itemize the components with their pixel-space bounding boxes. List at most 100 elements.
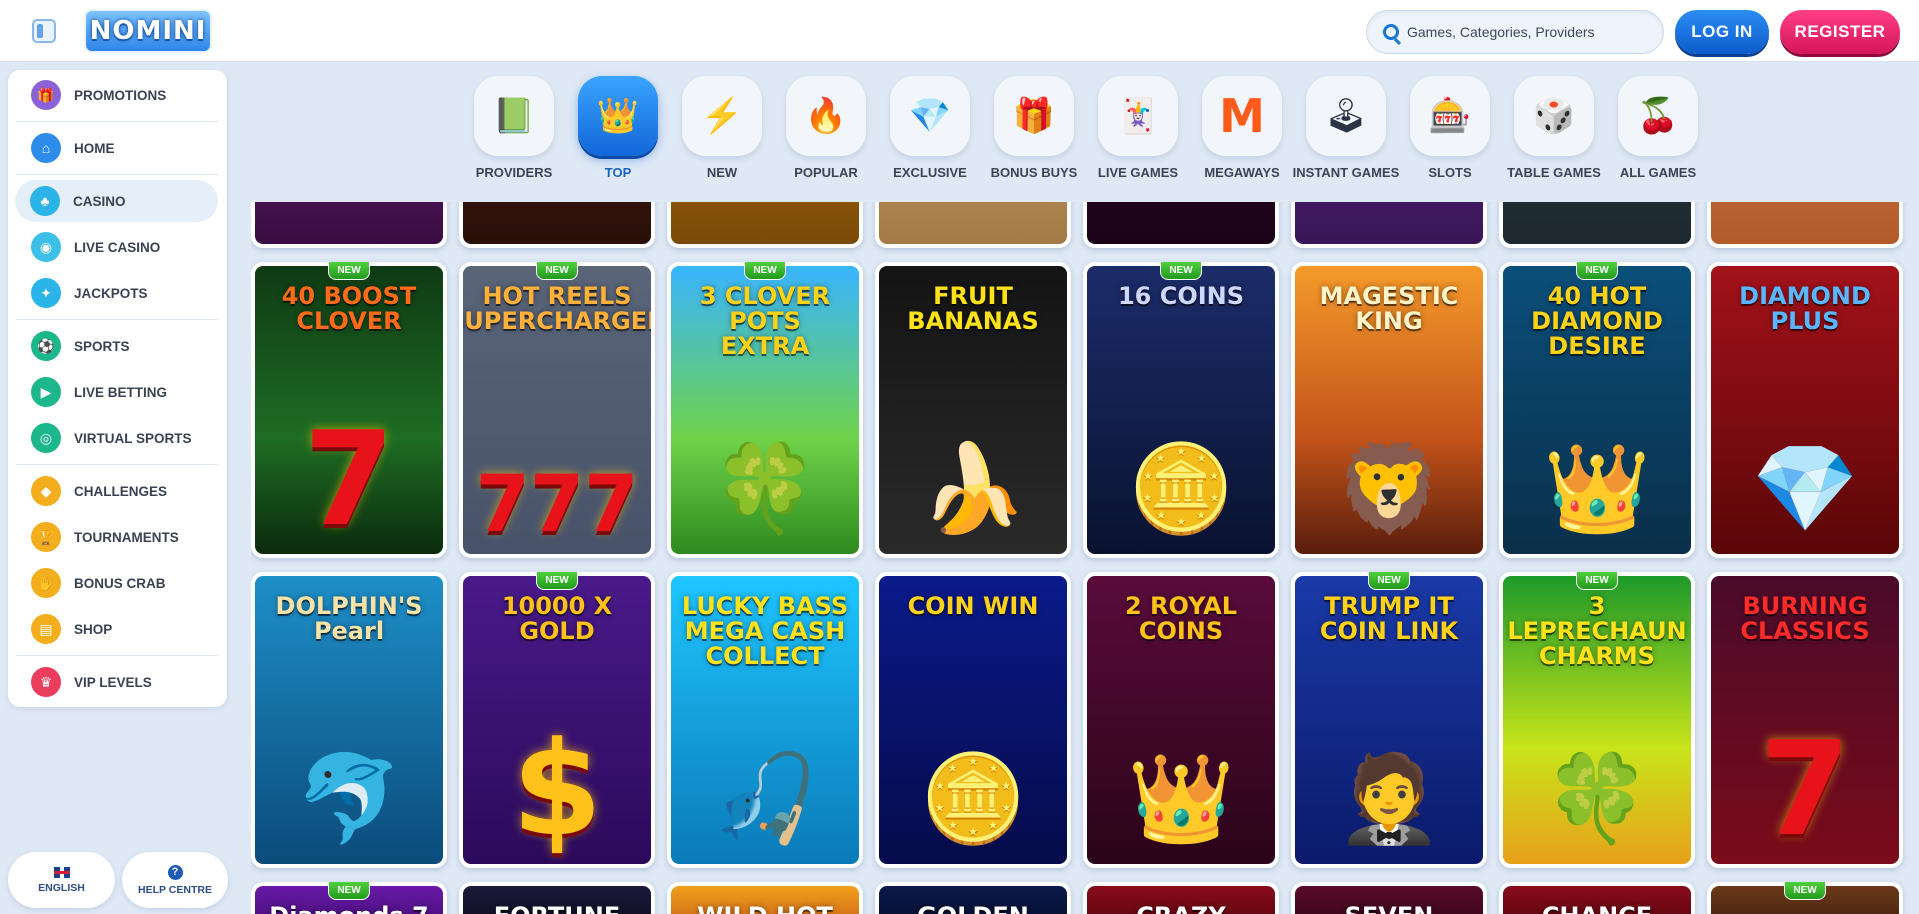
game-tile[interactable]: COIN WIN 🪙: [875, 572, 1071, 868]
game-tile[interactable]: [667, 202, 863, 248]
category-slots[interactable]: 🎰 SLOTS: [1398, 76, 1502, 186]
sidebar-item-vip-levels[interactable]: ♛ VIP LEVELS: [16, 661, 219, 703]
game-tile[interactable]: 3 CLOVER POTS EXTRA 🍀: [667, 262, 863, 558]
game-tile[interactable]: 16 COINS 🪙: [1083, 262, 1279, 558]
game-title: FORTUNE FIVE: [463, 903, 651, 914]
language-button[interactable]: ENGLISH: [8, 852, 115, 908]
game-tile[interactable]: 2 ROYAL COINS 👑: [1083, 572, 1279, 868]
game-art-icon: 👑: [1127, 751, 1235, 847]
sidebar-item-label: CHALLENGES: [74, 483, 168, 499]
category-exclusive[interactable]: 💎 EXCLUSIVE: [878, 76, 982, 186]
sidebar-item-label: CASINO: [73, 193, 126, 209]
category-label: LIVE GAMES: [1097, 165, 1179, 180]
gift-icon: 🎁: [31, 80, 61, 110]
sidebar-item-label: BONUS CRAB: [74, 575, 166, 591]
cherries-icon: ♣: [30, 186, 60, 216]
sidebar-item-label: PROMOTIONS: [74, 87, 167, 103]
nav-divider: [16, 319, 219, 320]
new-badge: NEW: [328, 882, 370, 900]
sidebar-item-label: JACKPOTS: [74, 285, 148, 301]
game-tile[interactable]: GOLDEN: [875, 882, 1071, 914]
sidebar-item-promotions[interactable]: 🎁 PROMOTIONS: [16, 74, 219, 116]
login-button[interactable]: LOG IN: [1675, 10, 1769, 54]
sidebar-item-home[interactable]: ⌂ HOME: [16, 127, 219, 169]
search-input[interactable]: [1407, 19, 1647, 45]
nav-divider: [16, 121, 219, 122]
sidebar-item-jackpots[interactable]: ✦ JACKPOTS: [16, 272, 219, 314]
new-badge: NEW: [536, 262, 578, 280]
category-popular[interactable]: 🔥 POPULAR: [774, 76, 878, 186]
game-tile[interactable]: [1291, 202, 1487, 248]
game-tile[interactable]: [1499, 202, 1695, 248]
cards-icon: 🃏: [1098, 76, 1178, 156]
sidebar-item-label: HOME: [74, 140, 115, 156]
category-megaways[interactable]: M MEGAWAYS: [1190, 76, 1294, 186]
trophy-icon: 🏆: [31, 522, 61, 552]
sidebar-item-challenges[interactable]: ◆ CHALLENGES: [16, 470, 219, 512]
game-title: WILD HOT 40: [671, 903, 859, 914]
game-tile[interactable]: [1707, 202, 1903, 248]
game-tile[interactable]: WILD HOT 40: [667, 882, 863, 914]
game-title: MAGESTIC KING: [1319, 282, 1459, 336]
sidebar-item-sports[interactable]: ⚽ SPORTS: [16, 325, 219, 367]
game-tile[interactable]: DOLPHIN'S Pearl 🐬: [251, 572, 447, 868]
sidebar-item-label: SPORTS: [74, 338, 130, 354]
game-title: 3 LEPRECHAUN CHARMS: [1507, 592, 1687, 671]
help-label: HELP CENTRE: [138, 883, 212, 896]
game-title: 3 CLOVER POTS EXTRA: [699, 282, 831, 361]
new-badge: NEW: [744, 262, 786, 280]
game-tile[interactable]: [251, 202, 447, 248]
category-instant-games[interactable]: 🕹 INSTANT GAMES: [1293, 76, 1399, 186]
sidebar-nav: 🎁 PROMOTIONS ⌂ HOME ♣ CASINO ◉ LIVE CASINO ✦ JACK…: [8, 70, 227, 707]
game-tile[interactable]: FORTUNE FIVE: [459, 882, 655, 914]
category-providers[interactable]: 📗 PROVIDERS: [462, 76, 566, 186]
sidebar-item-virtual-sports[interactable]: ◎ VIRTUAL SPORTS: [16, 417, 219, 459]
sidebar-item-shop[interactable]: ▤ SHOP: [16, 608, 219, 650]
crown-icon: 👑: [578, 76, 658, 156]
game-tile[interactable]: SEVEN SEVEN: [1291, 882, 1487, 914]
game-tile[interactable]: LUCKY BASS MEGA CASH COLLECT 🎣: [667, 572, 863, 868]
sidebar-item-live-casino[interactable]: ◉ LIVE CASINO: [16, 226, 219, 268]
register-button[interactable]: REGISTER: [1780, 10, 1900, 54]
category-table-games[interactable]: 🎲 TABLE GAMES: [1502, 76, 1606, 186]
game-tile[interactable]: FRUIT BANANAS 🍌: [875, 262, 1071, 558]
category-live-games[interactable]: 🃏 LIVE GAMES: [1086, 76, 1190, 186]
category-all-games[interactable]: 🍒 ALL GAMES: [1606, 76, 1710, 186]
game-tile[interactable]: 40 BOOST CLOVER 7: [251, 262, 447, 558]
search-bar[interactable]: [1366, 10, 1664, 54]
virtual-sports-icon: ◎: [31, 423, 61, 453]
game-tile[interactable]: HOT REELS SUPERCHARGED 777: [459, 262, 655, 558]
sidebar-item-bonus-crab[interactable]: ✋ BONUS CRAB: [16, 562, 219, 604]
game-art-icon: 🦁: [1335, 441, 1443, 537]
game-tile[interactable]: MAGESTIC KING 🦁: [1291, 262, 1487, 558]
game-grid: 40 BOOST CLOVER7NEWHOT REELS SUPERCHARGE…: [251, 202, 1919, 914]
category-label: MEGAWAYS: [1204, 165, 1280, 180]
live-casino-icon: ◉: [31, 232, 61, 262]
game-tile[interactable]: 3 LEPRECHAUN CHARMS 🍀: [1499, 572, 1695, 868]
football-icon: ⚽: [31, 331, 61, 361]
game-tile[interactable]: BURNING CLASSICS 7: [1707, 572, 1903, 868]
category-new[interactable]: ⚡ NEW: [670, 76, 774, 186]
sidebar-toggle-icon[interactable]: [32, 19, 56, 43]
game-tile[interactable]: CHANCE: [1499, 882, 1695, 914]
vip-icon: ♛: [31, 667, 61, 697]
search-icon: [1383, 24, 1399, 40]
category-top[interactable]: 👑 TOP: [566, 76, 670, 186]
nomini-logo[interactable]: NOMINI: [84, 9, 212, 53]
game-title: BURNING CLASSICS: [1740, 592, 1870, 646]
category-bonus-buys[interactable]: 🎁 BONUS BUYS: [982, 76, 1086, 186]
game-tile[interactable]: [459, 202, 655, 248]
game-tile[interactable]: 10000 X GOLD $: [459, 572, 655, 868]
game-tile[interactable]: TRUMP IT COIN LINK 🤵: [1291, 572, 1487, 868]
sidebar-item-tournaments[interactable]: 🏆 TOURNAMENTS: [16, 516, 219, 558]
sidebar-item-live-betting[interactable]: ▶ LIVE BETTING: [16, 371, 219, 413]
game-tile[interactable]: [875, 202, 1071, 248]
category-label: ALL GAMES: [1619, 165, 1697, 180]
game-tile[interactable]: [1083, 202, 1279, 248]
sidebar-item-casino[interactable]: ♣ CASINO: [15, 180, 218, 222]
game-tile[interactable]: DIAMOND PLUS 💎: [1707, 262, 1903, 558]
game-title: DIAMOND PLUS: [1739, 282, 1871, 336]
game-tile[interactable]: CRAZY: [1083, 882, 1279, 914]
help-centre-button[interactable]: ? HELP CENTRE: [122, 852, 228, 908]
game-tile[interactable]: 40 HOT DIAMOND DESIRE 👑: [1499, 262, 1695, 558]
